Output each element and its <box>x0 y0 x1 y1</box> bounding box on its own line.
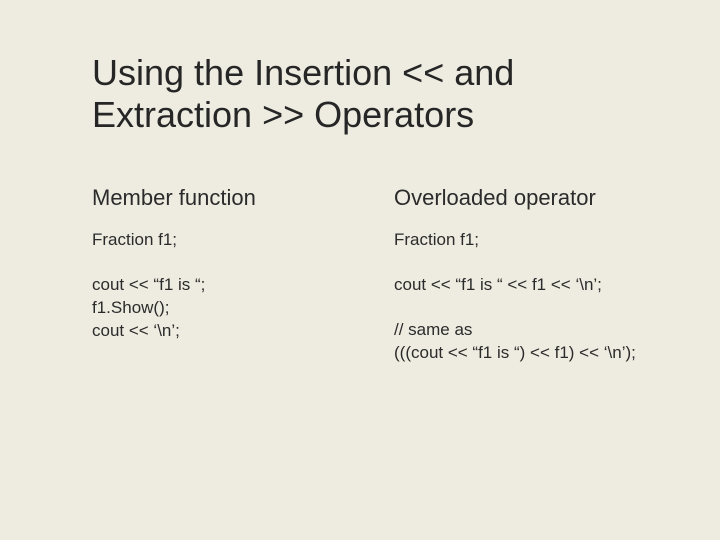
left-code-block-1: Fraction f1; <box>92 229 358 252</box>
slide-title: Using the Insertion << and Extraction >>… <box>92 52 660 137</box>
left-column-heading: Member function <box>92 185 358 211</box>
right-code-block-1: Fraction f1; <box>394 229 660 252</box>
right-code-block-2: cout << “f1 is “ << f1 << ‘\n’; <box>394 274 660 297</box>
slide: Using the Insertion << and Extraction >>… <box>0 0 720 540</box>
right-column-heading: Overloaded operator <box>394 185 660 211</box>
two-column-layout: Member function Fraction f1; cout << “f1… <box>92 185 660 365</box>
right-column: Overloaded operator Fraction f1; cout <<… <box>394 185 660 365</box>
left-column: Member function Fraction f1; cout << “f1… <box>92 185 358 365</box>
left-code-block-2: cout << “f1 is “;f1.Show();cout << ‘\n’; <box>92 274 358 343</box>
right-code-block-3: // same as(((cout << “f1 is “) << f1) <<… <box>394 319 660 365</box>
